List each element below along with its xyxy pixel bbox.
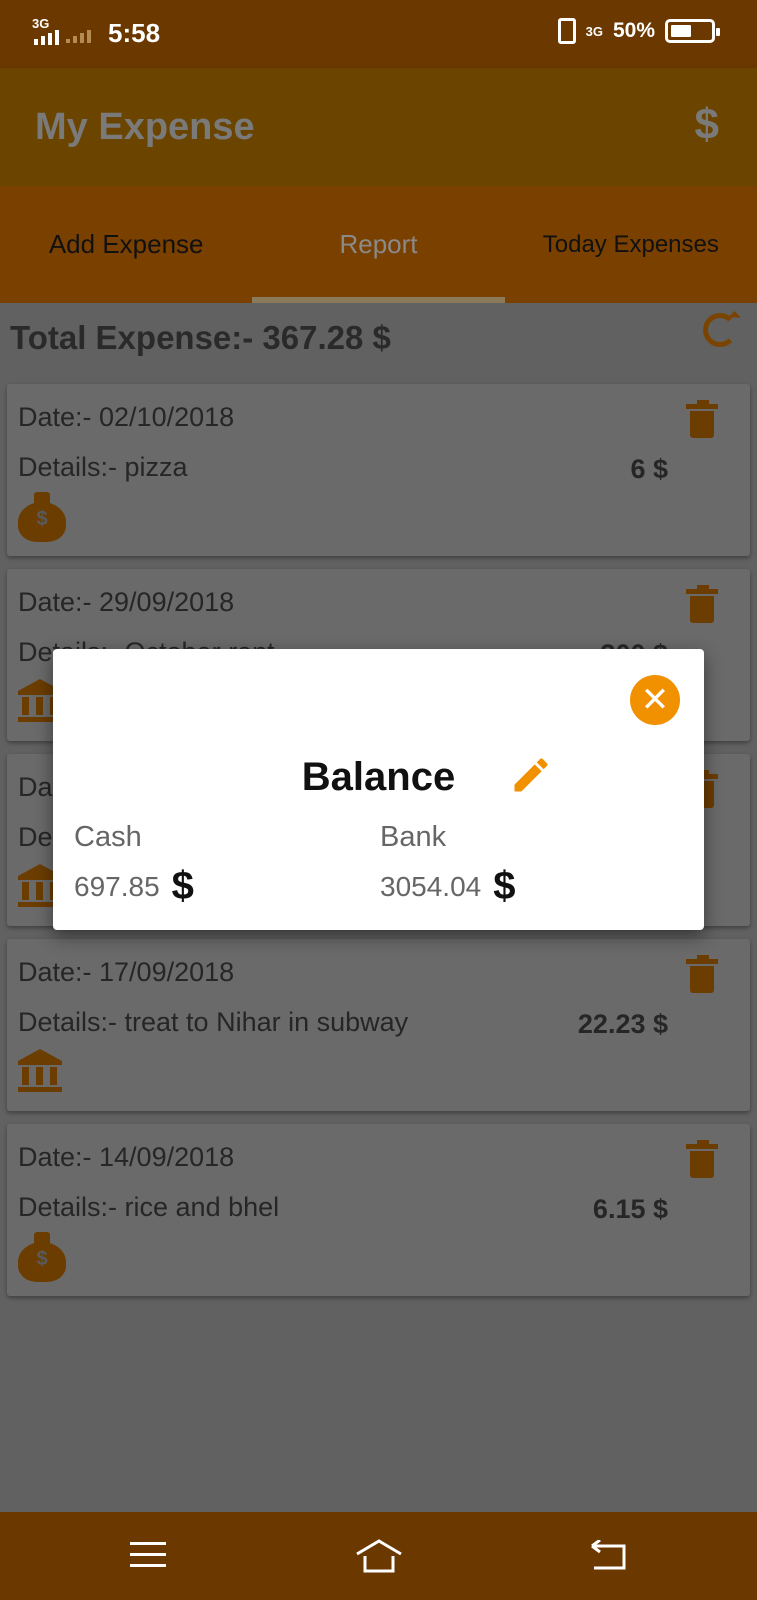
money-bag-icon: $ bbox=[18, 1232, 66, 1284]
tab-bar: Add Expense Report Today Expenses bbox=[0, 186, 757, 303]
expense-card[interactable]: Date:- 17/09/2018 Details:- treat to Nih… bbox=[7, 939, 750, 1111]
network-type-right: 3G bbox=[585, 23, 603, 39]
signal-strength-icon bbox=[34, 30, 59, 45]
expense-date: Date:- 17/09/2018 bbox=[18, 957, 235, 987]
tab-report[interactable]: Report bbox=[252, 186, 505, 303]
back-icon[interactable] bbox=[590, 1540, 630, 1572]
delete-icon[interactable] bbox=[686, 585, 718, 623]
expense-details: Details:- treat to Nihar in subway bbox=[18, 1007, 409, 1037]
cash-value: 697.85 bbox=[74, 870, 160, 902]
home-icon[interactable] bbox=[354, 1538, 404, 1574]
menu-icon[interactable] bbox=[130, 1542, 166, 1568]
expense-date: Date:- 02/10/2018 bbox=[18, 402, 235, 432]
bank-value: 3054.04 bbox=[380, 870, 482, 902]
network-type-left: 3G bbox=[32, 16, 50, 31]
money-bag-symbol: $ bbox=[36, 1248, 48, 1270]
bank-balance: Bank 3054.04 $ bbox=[380, 821, 515, 909]
dollar-icon: $ bbox=[493, 864, 516, 908]
balance-dialog: ✕ Balance Cash 697.85 $ Bank 3054.04 $ bbox=[53, 649, 704, 930]
cash-label: Cash bbox=[74, 821, 142, 853]
dollar-icon: $ bbox=[171, 864, 194, 908]
battery-icon bbox=[665, 19, 720, 43]
expense-amount: 6 $ bbox=[630, 454, 668, 484]
tab-label: Today Expenses bbox=[542, 230, 719, 258]
expense-amount: 22.23 $ bbox=[577, 1009, 668, 1039]
app-bar: My Expense $ bbox=[0, 68, 757, 186]
dollar-icon[interactable]: $ bbox=[695, 100, 719, 150]
bank-icon bbox=[18, 1049, 62, 1093]
close-icon[interactable]: ✕ bbox=[630, 675, 680, 725]
status-bar: 3G 5:58 3G 50% bbox=[0, 0, 757, 68]
status-right-group: 3G 50% bbox=[557, 18, 720, 44]
cash-balance: Cash 697.85 $ bbox=[74, 821, 194, 909]
dialog-title: Balance bbox=[301, 755, 456, 799]
expense-date: Date:- 14/09/2018 bbox=[18, 1142, 235, 1172]
tab-label: Add Expense bbox=[48, 229, 204, 259]
cash-value-row: 697.85 $ bbox=[74, 864, 194, 909]
bank-label: Bank bbox=[380, 821, 447, 853]
clock: 5:58 bbox=[108, 18, 161, 48]
expense-amount: 6.15 $ bbox=[592, 1194, 668, 1224]
delete-icon[interactable] bbox=[686, 1140, 718, 1178]
delete-icon[interactable] bbox=[686, 955, 718, 993]
tab-add-expense[interactable]: Add Expense bbox=[0, 186, 252, 303]
app-title: My Expense bbox=[35, 106, 255, 148]
expense-card[interactable]: Date:- 02/10/2018 Details:- pizza 6 $ $ bbox=[7, 384, 750, 556]
signal-strength-secondary-icon bbox=[66, 30, 91, 43]
expense-details: Details:- rice and bhel bbox=[18, 1192, 280, 1222]
system-nav-bar bbox=[0, 1512, 757, 1600]
total-expense: Total Expense:- 367.28 $ bbox=[10, 319, 391, 356]
vibrate-icon bbox=[557, 18, 576, 44]
bank-value-row: 3054.04 $ bbox=[380, 864, 515, 909]
expense-card[interactable]: Date:- 14/09/2018 Details:- rice and bhe… bbox=[7, 1124, 750, 1296]
tab-label: Report bbox=[339, 229, 418, 259]
refresh-icon[interactable] bbox=[703, 313, 737, 347]
delete-icon[interactable] bbox=[686, 400, 718, 438]
expense-details: Details:- pizza bbox=[18, 452, 188, 482]
edit-pencil-icon[interactable] bbox=[509, 753, 553, 797]
battery-percent: 50% bbox=[612, 19, 655, 42]
tab-today-expenses[interactable]: Today Expenses bbox=[505, 186, 757, 303]
money-bag-symbol: $ bbox=[36, 508, 48, 530]
money-bag-icon: $ bbox=[18, 492, 66, 544]
expense-date: Date:- 29/09/2018 bbox=[18, 587, 235, 617]
